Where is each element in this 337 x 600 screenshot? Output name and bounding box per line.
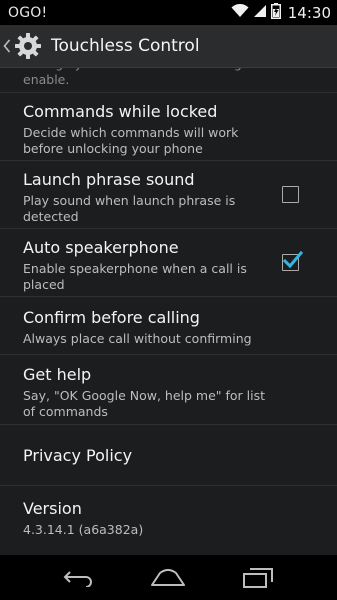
version-title: Version	[23, 499, 82, 518]
list-item-auto-speakerphone[interactable]: Auto speakerphone Enable speakerphone wh…	[0, 229, 337, 297]
list-item-version: Version 4.3.14.1 (a6a382a)	[0, 486, 337, 555]
commands-while-locked-title: Commands while locked	[23, 102, 218, 121]
up-caret-icon[interactable]	[3, 39, 12, 53]
commands-while-locked-summary: Decide which commands will work before u…	[23, 125, 239, 156]
page-title: Touchless Control	[51, 36, 200, 56]
list-item-screen-lock-note: Change your screen lock in Settings to e…	[0, 68, 337, 93]
privacy-policy-title: Privacy Policy	[23, 446, 133, 465]
checkmark-icon	[282, 250, 303, 269]
list-item-privacy-policy[interactable]: Privacy Policy	[0, 425, 337, 486]
screen-lock-note-summary: Change your screen lock in Settings to e…	[23, 68, 265, 87]
back-icon[interactable]	[59, 563, 99, 593]
recents-icon[interactable]	[238, 563, 278, 593]
confirm-before-calling-summary: Always place call without confirming	[23, 331, 252, 346]
carrier-name: OGO!	[8, 4, 48, 21]
clock: 14:30	[287, 3, 331, 22]
status-bar: OGO! 14:30	[0, 0, 337, 25]
settings-list: Change your screen lock in Settings to e…	[0, 68, 337, 555]
signal-icon	[253, 3, 267, 22]
auto-speakerphone-summary: Enable speakerphone when a call is place…	[23, 261, 247, 292]
gear-icon[interactable]	[13, 31, 43, 61]
get-help-title: Get help	[23, 365, 92, 384]
home-icon[interactable]	[148, 563, 188, 593]
list-item-get-help[interactable]: Get help Say, "OK Google Now, help me" f…	[0, 355, 337, 425]
auto-speakerphone-title: Auto speakerphone	[23, 238, 179, 257]
list-item-confirm-before-calling[interactable]: Confirm before calling Always place call…	[0, 297, 337, 355]
list-item-launch-phrase-sound[interactable]: Launch phrase sound Play sound when laun…	[0, 161, 337, 229]
launch-phrase-sound-summary: Play sound when launch phrase is detecte…	[23, 193, 236, 224]
launch-phrase-sound-title: Launch phrase sound	[23, 170, 195, 189]
action-bar: Touchless Control	[0, 25, 337, 68]
get-help-summary: Say, "OK Google Now, help me" for list o…	[23, 388, 266, 419]
version-summary: 4.3.14.1 (a6a382a)	[23, 522, 144, 537]
confirm-before-calling-title: Confirm before calling	[23, 308, 200, 327]
list-item-commands-while-locked[interactable]: Commands while locked Decide which comma…	[0, 93, 337, 161]
status-icons: 14:30	[231, 2, 331, 23]
auto-speakerphone-checkbox[interactable]	[282, 250, 303, 271]
settings-list-container[interactable]: Change your screen lock in Settings to e…	[0, 68, 337, 555]
launch-phrase-sound-checkbox[interactable]	[282, 186, 299, 203]
battery-icon	[270, 2, 281, 23]
wifi-icon	[231, 3, 249, 22]
navigation-bar	[0, 555, 337, 600]
